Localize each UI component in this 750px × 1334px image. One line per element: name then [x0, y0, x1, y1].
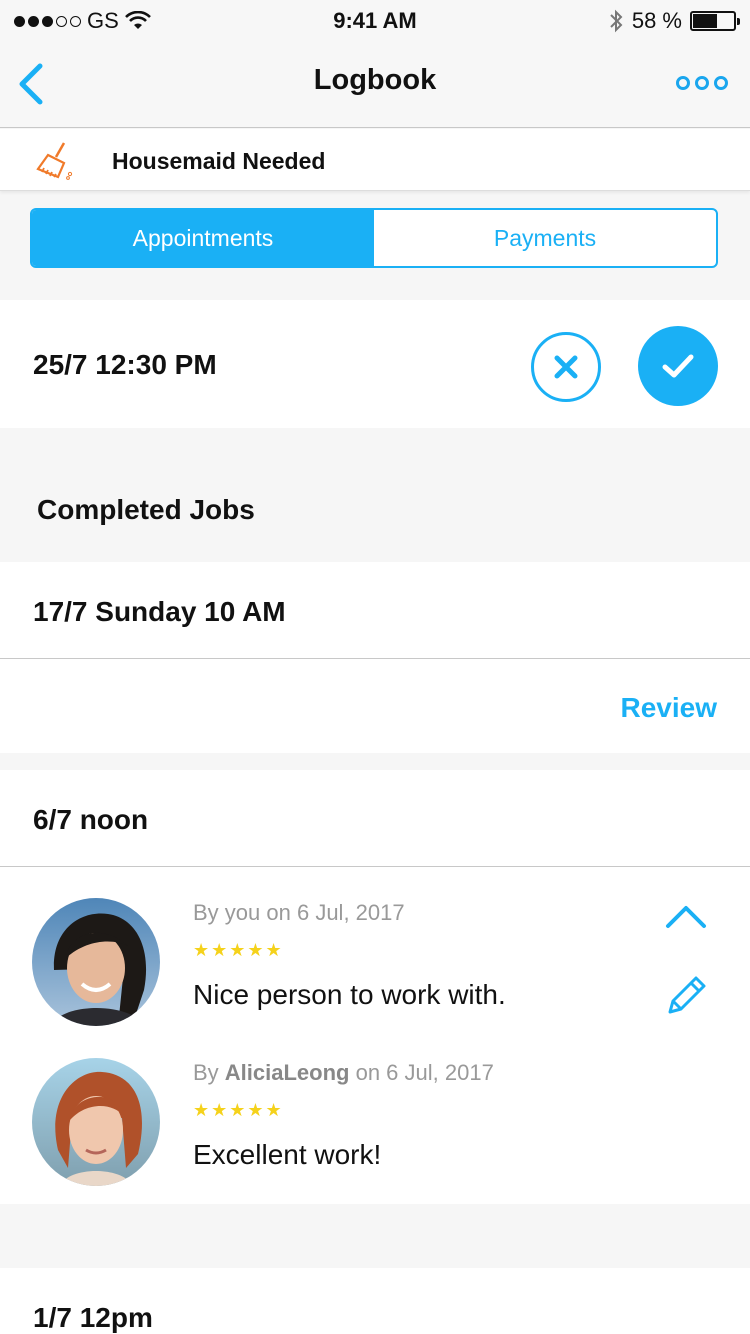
broom-icon: [36, 142, 73, 180]
bluetooth-icon: [610, 9, 623, 33]
chevron-up-icon[interactable]: [664, 900, 708, 934]
tab-payments[interactable]: Payments: [374, 210, 716, 266]
tab-switcher: Appointments Payments: [30, 208, 718, 268]
reject-button[interactable]: [531, 332, 601, 402]
job-date: 17/7 Sunday 10 AM: [33, 596, 286, 627]
review-by-prefix: By: [193, 900, 225, 925]
review-meta: By AliciaLeong on 6 Jul, 2017: [193, 1060, 494, 1086]
job-date: 6/7 noon: [33, 804, 149, 835]
review-text: Excellent work!: [193, 1139, 382, 1170]
more-options-button[interactable]: [676, 76, 728, 90]
appointment-time: 25/7 12:30 PM: [33, 349, 217, 380]
pencil-icon[interactable]: [664, 974, 708, 1018]
section-title-completed: Completed Jobs: [37, 494, 255, 525]
review-meta: By you on 6 Jul, 2017: [193, 900, 405, 926]
reviewer-avatar: [32, 898, 160, 1026]
completed-job: 17/7 Sunday 10 AM Review: [0, 562, 750, 753]
review-button[interactable]: Review: [621, 692, 718, 724]
page-title: Logbook: [313, 64, 437, 96]
review-date: on 6 Jul, 2017: [349, 1060, 494, 1085]
job-date: 1/7 12pm: [33, 1302, 153, 1333]
job-header: Housemaid Needed: [0, 129, 750, 191]
rating-stars: ★★★★★: [193, 1100, 284, 1120]
completed-job: 1/7 12pm: [0, 1268, 750, 1334]
tab-appointments[interactable]: Appointments: [32, 210, 374, 266]
review-by-prefix: By: [193, 1060, 225, 1085]
review-date: on 6 Jul, 2017: [260, 900, 405, 925]
divider: [0, 658, 750, 659]
review-author[interactable]: AliciaLeong: [225, 1060, 350, 1085]
status-bar: GS 9:41 AM 58 %: [0, 0, 750, 40]
rating-stars: ★★★★★: [193, 940, 284, 960]
battery-icon: [690, 11, 740, 31]
job-title: Housemaid Needed: [112, 148, 326, 174]
divider: [0, 866, 750, 867]
checkmark-icon: [662, 354, 694, 378]
review-author: you: [224, 900, 261, 925]
battery-percent: 58 %: [631, 8, 682, 33]
close-icon: [554, 355, 578, 379]
review-text: Nice person to work with.: [193, 979, 506, 1010]
reviewer-avatar: [32, 1058, 160, 1186]
nav-bar: Logbook: [0, 40, 750, 128]
accept-button[interactable]: [638, 326, 718, 406]
